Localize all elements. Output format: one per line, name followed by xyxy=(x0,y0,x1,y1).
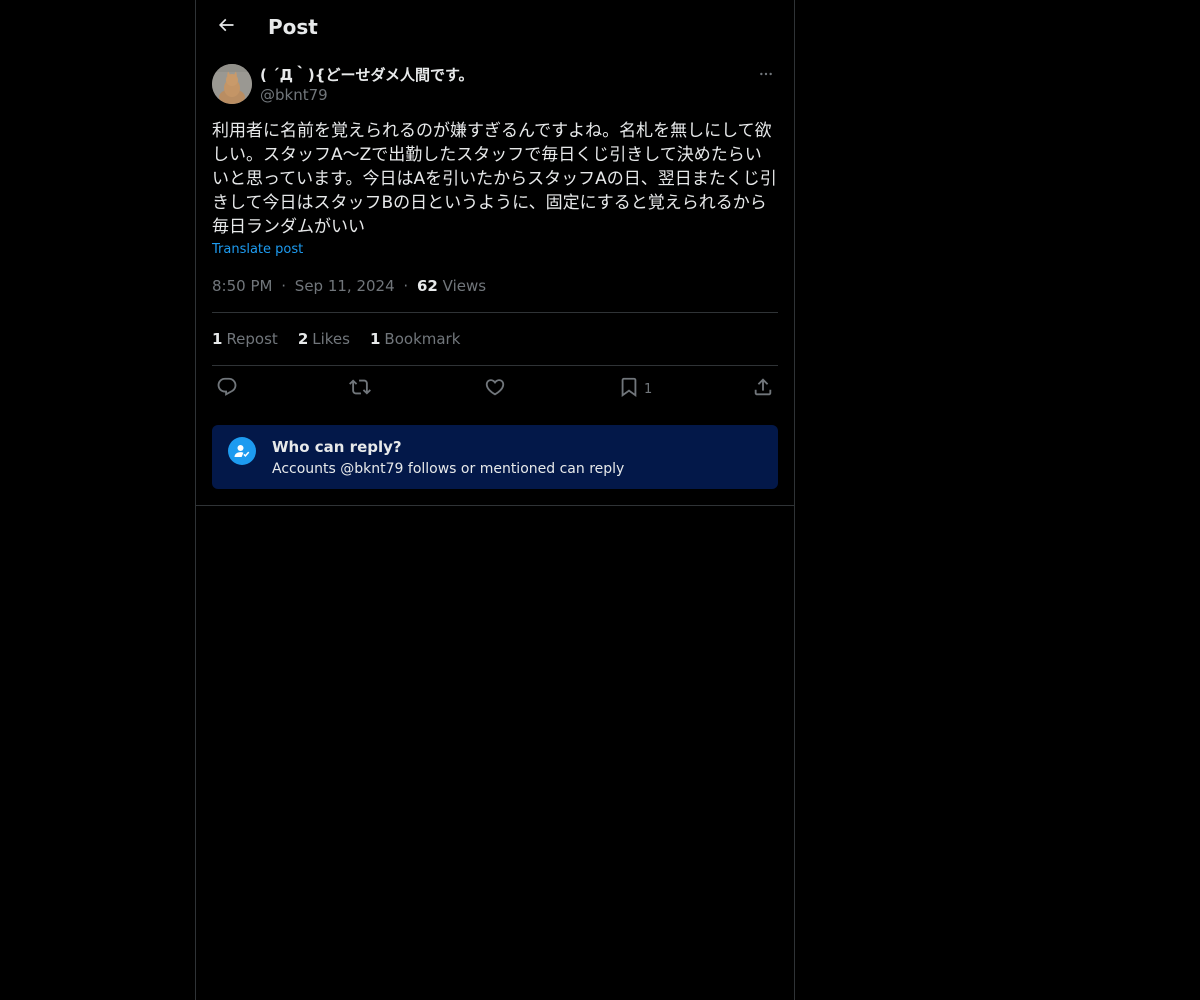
post-text: 利用者に名前を覚えられるのが嫌すぎるんですよね。名札を無しにして欲しい。スタッフ… xyxy=(212,121,777,237)
section-divider xyxy=(196,505,794,506)
views-count: 62 xyxy=(416,277,438,295)
share-icon xyxy=(752,376,774,402)
bookmark-count: 1 xyxy=(644,381,653,397)
bookmarks-label: Bookmark xyxy=(384,330,461,348)
arrow-left-icon xyxy=(216,15,236,39)
likes-count: 2 xyxy=(297,330,309,348)
heart-icon xyxy=(484,376,506,402)
avatar[interactable] xyxy=(212,64,252,104)
post-time[interactable]: 8:50 PM xyxy=(212,277,272,295)
author-name[interactable]: ( ´Д｀){どーせダメ人間です。 xyxy=(260,66,474,84)
translate-post-link[interactable]: Translate post xyxy=(212,242,303,258)
bookmark-icon xyxy=(618,376,640,402)
main-column: Post ( ´Д｀){どーせダメ人間です。 @bknt79 利用者に名前を覚え… xyxy=(195,0,795,1000)
reply-restriction-subtitle: Accounts @bknt79 follows or mentioned ca… xyxy=(272,461,625,477)
person-check-icon xyxy=(228,437,256,465)
likes-stat[interactable]: 2 Likes xyxy=(298,330,350,348)
views-label: Views xyxy=(442,277,487,295)
meta-separator: · xyxy=(281,277,287,295)
bookmarks-stat[interactable]: 1 Bookmark xyxy=(370,330,460,348)
more-options-button[interactable] xyxy=(754,64,778,88)
action-bar: 1 xyxy=(212,376,778,402)
reposts-label: Repost xyxy=(226,330,278,348)
reply-button[interactable] xyxy=(216,376,238,402)
divider xyxy=(212,365,778,366)
page-header: Post xyxy=(196,0,794,54)
likes-label: Likes xyxy=(312,330,350,348)
post-meta: 8:50 PM · Sep 11, 2024 · 62 Views xyxy=(212,277,486,295)
reply-icon xyxy=(216,376,238,402)
post-date[interactable]: Sep 11, 2024 xyxy=(295,277,395,295)
author-handle[interactable]: @bknt79 xyxy=(260,86,328,104)
meta-separator: · xyxy=(403,277,409,295)
reply-restriction-notice: Who can reply? Accounts @bknt79 follows … xyxy=(212,425,778,489)
reply-restriction-title: Who can reply? xyxy=(272,438,402,456)
reposts-stat[interactable]: 1 Repost xyxy=(212,330,278,348)
share-button[interactable] xyxy=(752,376,774,402)
reposts-count: 1 xyxy=(212,330,223,348)
repost-icon xyxy=(349,376,371,402)
bookmark-button[interactable]: 1 xyxy=(618,376,652,402)
like-button[interactable] xyxy=(484,376,506,402)
post-stats: 1 Repost 2 Likes 1 Bookmark xyxy=(212,330,460,348)
bookmarks-count: 1 xyxy=(369,330,381,348)
page-title: Post xyxy=(268,15,318,39)
divider xyxy=(212,312,778,313)
cat-photo-icon xyxy=(212,64,252,104)
repost-button[interactable] xyxy=(349,376,371,402)
back-button[interactable] xyxy=(208,9,244,45)
more-icon xyxy=(758,66,774,86)
